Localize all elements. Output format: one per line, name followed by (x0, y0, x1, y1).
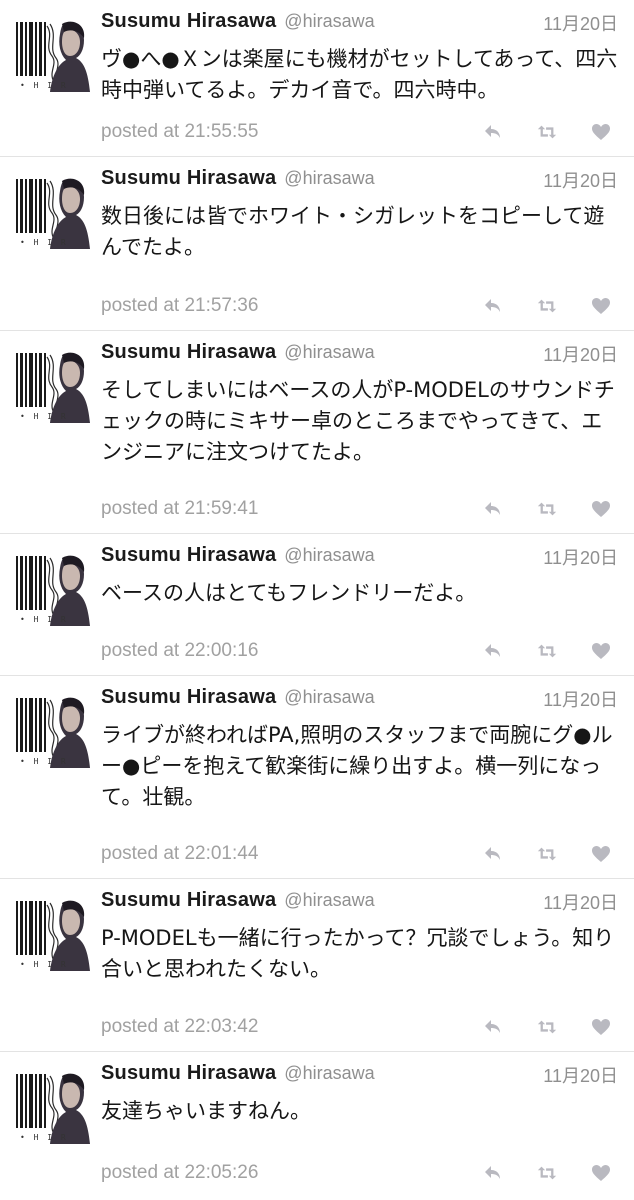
tweet-header: Susumu Hirasawa @hirasawa 11月20日 (101, 341, 618, 371)
user-handle[interactable]: @hirasawa (284, 168, 374, 188)
retweet-icon[interactable] (536, 1162, 558, 1184)
reply-icon[interactable] (482, 640, 504, 662)
tweet-header: Susumu Hirasawa @hirasawa 11月20日 (101, 889, 618, 919)
heart-icon[interactable] (590, 1016, 612, 1038)
tweet-date[interactable]: 11月20日 (543, 341, 618, 367)
svg-text:• H I R: • H I R (20, 412, 68, 421)
svg-text:• H I R: • H I R (20, 757, 68, 766)
heart-icon[interactable] (590, 843, 612, 865)
tweet[interactable]: • H I R Susumu Hirasawa @hirasawa 11月20日 … (0, 0, 634, 157)
tweet-footer: posted at 21:59:41 (101, 495, 618, 523)
posted-timestamp: posted at 22:03:42 (101, 1016, 259, 1037)
user-handle[interactable]: @hirasawa (284, 890, 374, 910)
tweet-actions (482, 1013, 612, 1041)
tweet[interactable]: • H I R Susumu Hirasawa @hirasawa 11月20日 … (0, 676, 634, 879)
heart-icon[interactable] (590, 1162, 612, 1184)
user-name[interactable]: Susumu Hirasawa (101, 10, 276, 32)
tweet-text: P-MODELも一緒に行ったかって？冗談でしょう。知り合いと思われたくない。 (101, 926, 615, 981)
svg-text:• H I R: • H I R (20, 960, 68, 969)
retweet-icon[interactable] (536, 498, 558, 520)
tweet-date[interactable]: 11月20日 (543, 889, 618, 915)
avatar[interactable]: • H I R (14, 347, 90, 423)
tweet-date[interactable]: 11月20日 (543, 10, 618, 36)
tweet-actions (482, 1159, 612, 1187)
reply-icon[interactable] (482, 1016, 504, 1038)
user-handle[interactable]: @hirasawa (284, 342, 374, 362)
tweet-actions (482, 495, 612, 523)
retweet-icon[interactable] (536, 121, 558, 143)
retweet-icon[interactable] (536, 1016, 558, 1038)
posted-timestamp: posted at 21:59:41 (101, 498, 259, 519)
user-name[interactable]: Susumu Hirasawa (101, 544, 276, 566)
svg-text:• H I R: • H I R (20, 238, 68, 247)
tweet-footer: posted at 22:01:44 (101, 840, 618, 868)
tweet[interactable]: • H I R Susumu Hirasawa @hirasawa 11月20日 … (0, 1052, 634, 1197)
tweet-date[interactable]: 11月20日 (543, 686, 618, 712)
svg-text:• H I R: • H I R (20, 81, 68, 90)
user-handle[interactable]: @hirasawa (284, 687, 374, 707)
tweet-text: ベースの人はとてもフレンドリーだよ。 (101, 581, 477, 605)
retweet-icon[interactable] (536, 640, 558, 662)
tweet[interactable]: • H I R Susumu Hirasawa @hirasawa 11月20日 … (0, 331, 634, 534)
tweet-text: 友達ちゃいますねん。 (101, 1099, 311, 1123)
user-name[interactable]: Susumu Hirasawa (101, 1062, 276, 1084)
tweet-date[interactable]: 11月20日 (543, 544, 618, 570)
heart-icon[interactable] (590, 121, 612, 143)
tweet-actions (482, 118, 612, 146)
avatar[interactable]: • H I R (14, 692, 90, 768)
avatar[interactable]: • H I R (14, 550, 90, 626)
heart-icon[interactable] (590, 295, 612, 317)
tweet-actions (482, 637, 612, 665)
tweet-feed: • H I R Susumu Hirasawa @hirasawa 11月20日 … (0, 0, 634, 1197)
svg-text:• H I R: • H I R (20, 1133, 68, 1142)
tweet-header: Susumu Hirasawa @hirasawa 11月20日 (101, 1062, 618, 1092)
posted-timestamp: posted at 21:55:55 (101, 121, 259, 142)
tweet-footer: posted at 21:55:55 (101, 118, 618, 146)
tweet-text: そしてしまいにはベースの人がP-MODELのサウンドチェックの時にミキサー卓のと… (101, 378, 615, 464)
tweet[interactable]: • H I R Susumu Hirasawa @hirasawa 11月20日 … (0, 157, 634, 331)
tweet-text: ヴ●へ●Ｘンは楽屋にも機材がセットしてあって、四六時中弾いてるよ。デカイ音で。四… (101, 47, 618, 102)
heart-icon[interactable] (590, 498, 612, 520)
reply-icon[interactable] (482, 843, 504, 865)
reply-icon[interactable] (482, 498, 504, 520)
avatar[interactable]: • H I R (14, 1068, 90, 1144)
tweet-date[interactable]: 11月20日 (543, 1062, 618, 1088)
tweet-footer: posted at 22:05:26 (101, 1159, 618, 1187)
user-handle[interactable]: @hirasawa (284, 545, 374, 565)
tweet-footer: posted at 22:03:42 (101, 1013, 618, 1041)
user-name[interactable]: Susumu Hirasawa (101, 686, 276, 708)
tweet-header: Susumu Hirasawa @hirasawa 11月20日 (101, 10, 618, 40)
tweet-footer: posted at 21:57:36 (101, 292, 618, 320)
heart-icon[interactable] (590, 640, 612, 662)
posted-timestamp: posted at 21:57:36 (101, 295, 259, 316)
reply-icon[interactable] (482, 1162, 504, 1184)
tweet-actions (482, 292, 612, 320)
user-handle[interactable]: @hirasawa (284, 1063, 374, 1083)
tweet-text: ライブが終わればPA,照明のスタッフまで両腕にグ●ルー●ピーを抱えて歓楽街に繰り… (101, 723, 613, 809)
tweet-header: Susumu Hirasawa @hirasawa 11月20日 (101, 167, 618, 197)
avatar[interactable]: • H I R (14, 895, 90, 971)
avatar[interactable]: • H I R (14, 16, 90, 92)
retweet-icon[interactable] (536, 295, 558, 317)
tweet-actions (482, 840, 612, 868)
reply-icon[interactable] (482, 121, 504, 143)
reply-icon[interactable] (482, 295, 504, 317)
tweet[interactable]: • H I R Susumu Hirasawa @hirasawa 11月20日 … (0, 879, 634, 1052)
posted-timestamp: posted at 22:00:16 (101, 640, 259, 661)
user-name[interactable]: Susumu Hirasawa (101, 167, 276, 189)
user-handle[interactable]: @hirasawa (284, 11, 374, 31)
posted-timestamp: posted at 22:05:26 (101, 1162, 259, 1183)
tweet-footer: posted at 22:00:16 (101, 637, 618, 665)
user-name[interactable]: Susumu Hirasawa (101, 341, 276, 363)
posted-timestamp: posted at 22:01:44 (101, 843, 259, 864)
tweet-date[interactable]: 11月20日 (543, 167, 618, 193)
tweet[interactable]: • H I R Susumu Hirasawa @hirasawa 11月20日 … (0, 534, 634, 676)
tweet-header: Susumu Hirasawa @hirasawa 11月20日 (101, 686, 618, 716)
retweet-icon[interactable] (536, 843, 558, 865)
tweet-text: 数日後には皆でホワイト・シガレットをコピーして遊んでたよ。 (101, 204, 605, 259)
user-name[interactable]: Susumu Hirasawa (101, 889, 276, 911)
tweet-header: Susumu Hirasawa @hirasawa 11月20日 (101, 544, 618, 574)
avatar[interactable]: • H I R (14, 173, 90, 249)
svg-text:• H I R: • H I R (20, 615, 68, 624)
